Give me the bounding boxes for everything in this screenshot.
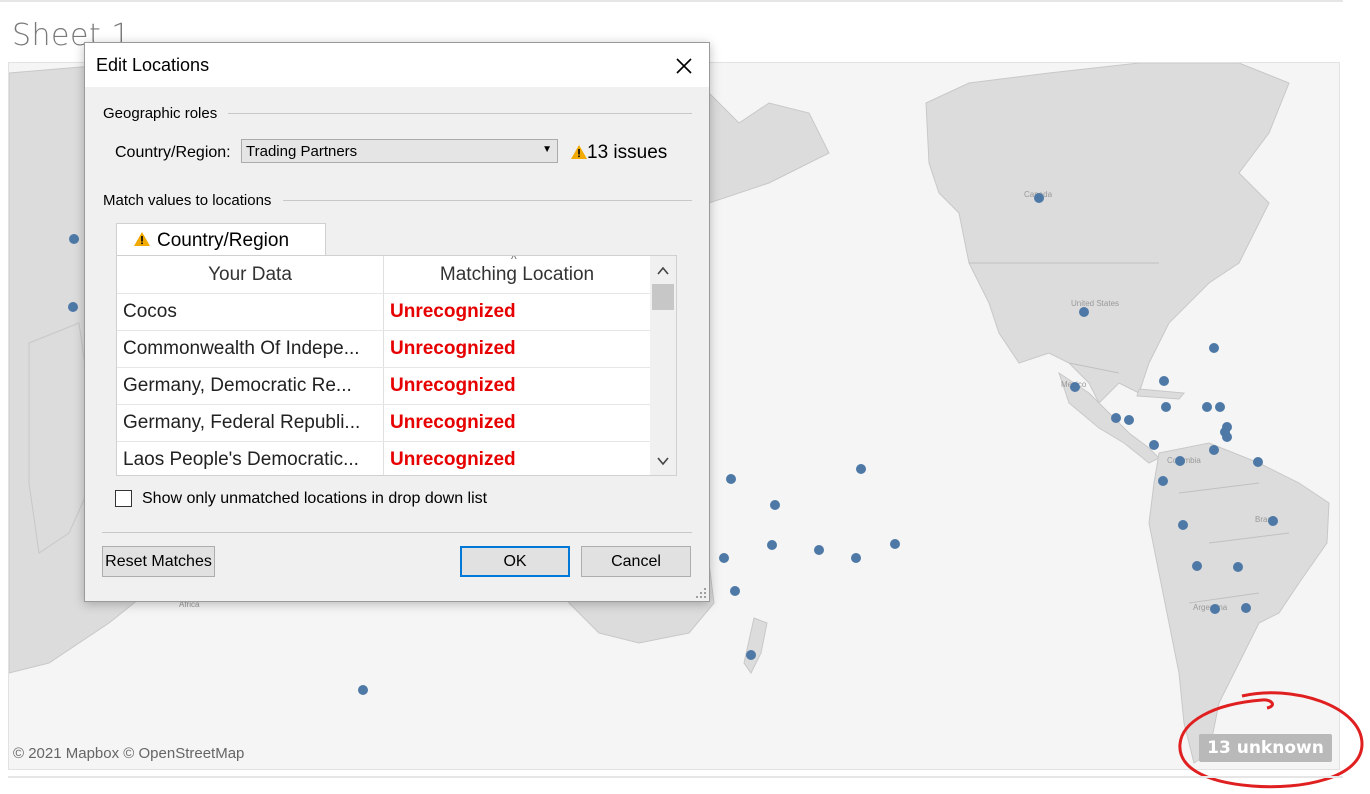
map-point: [1210, 604, 1220, 614]
dialog-title: Edit Locations: [96, 55, 210, 75]
table-row[interactable]: Cocos Unrecognized: [117, 293, 650, 331]
scroll-down-arrow-icon[interactable]: [656, 454, 670, 468]
dialog-titlebar[interactable]: Edit Locations: [85, 43, 709, 87]
warning-icon: [571, 145, 587, 159]
column-header-your-data[interactable]: Your Data: [117, 256, 383, 294]
map-point: [730, 586, 740, 596]
show-unmatched-checkbox[interactable]: [115, 490, 132, 507]
close-icon[interactable]: [671, 53, 697, 79]
map-copyright: © 2021 Mapbox © OpenStreetMap: [13, 745, 245, 762]
map-point: [69, 234, 79, 244]
map-point: [1070, 382, 1080, 392]
your-data-cell: Germany, Federal Republi...: [123, 412, 361, 433]
warning-icon: [134, 232, 150, 246]
map-point: [1111, 413, 1121, 423]
column-header-matching-location[interactable]: Matching Location: [384, 256, 650, 294]
dropdown-arrow-icon: ▼: [542, 144, 552, 155]
map-point: [719, 553, 729, 563]
reset-matches-button[interactable]: Reset Matches: [102, 546, 215, 577]
map-point: [856, 464, 866, 474]
map-point: [726, 474, 736, 484]
location-match-table: Your Data Matching Location ^ Cocos Unre…: [116, 255, 677, 476]
map-point: [1034, 193, 1044, 203]
map-point: [770, 500, 780, 510]
scroll-thumb[interactable]: [652, 284, 674, 310]
edit-locations-dialog: Edit Locations Geographic roles Country/…: [84, 42, 710, 602]
map-point: [1124, 415, 1134, 425]
map-point: [746, 650, 756, 660]
map-label-usa: United States: [1071, 299, 1119, 308]
map-point: [1159, 376, 1169, 386]
north-america-landmass: [925, 63, 1290, 404]
bottom-divider: [8, 776, 1343, 778]
map-point: [1215, 402, 1225, 412]
your-data-cell: Laos People's Democratic...: [123, 449, 359, 470]
table-row[interactable]: Germany, Federal Republi... Unrecognized: [117, 404, 650, 442]
table-row[interactable]: Germany, Democratic Re... Unrecognized: [117, 367, 650, 405]
issues-indicator[interactable]: 13 issues: [571, 142, 667, 164]
map-point: [1209, 343, 1219, 353]
map-point: [767, 540, 777, 550]
map-point: [1161, 402, 1171, 412]
tab-country-region[interactable]: Country/Region: [116, 223, 326, 255]
country-region-select-value: Trading Partners: [246, 143, 358, 160]
match-values-divider: [283, 200, 692, 201]
table-scrollbar[interactable]: [650, 256, 676, 475]
geographic-roles-label: Geographic roles: [103, 105, 218, 122]
map-point: [1209, 445, 1219, 455]
map-point: [1268, 516, 1278, 526]
top-divider: [0, 0, 1343, 2]
caribbean-islands: [1136, 388, 1185, 400]
ok-button[interactable]: OK: [460, 546, 570, 577]
map-point: [358, 685, 368, 695]
tab-label: Country/Region: [157, 230, 290, 251]
your-data-cell: Commonwealth Of Indepe...: [123, 338, 360, 359]
cancel-button[interactable]: Cancel: [581, 546, 691, 577]
new-zealand-landmass: [743, 617, 768, 674]
map-point: [1175, 456, 1185, 466]
match-values-label: Match values to locations: [103, 192, 272, 209]
map-point: [1202, 402, 1212, 412]
your-data-cell: Cocos: [123, 301, 177, 322]
map-point: [1079, 307, 1089, 317]
matching-location-cell[interactable]: Unrecognized: [390, 375, 516, 397]
footer-divider: [102, 532, 692, 533]
map-point: [1149, 440, 1159, 450]
country-region-select[interactable]: Trading Partners ▼: [241, 139, 558, 163]
show-unmatched-label[interactable]: Show only unmatched locations in drop do…: [142, 490, 487, 508]
table-row[interactable]: Commonwealth Of Indepe... Unrecognized: [117, 330, 650, 368]
resize-grip-icon[interactable]: [695, 587, 707, 599]
matching-location-cell[interactable]: Unrecognized: [390, 338, 516, 360]
country-region-field-label: Country/Region:: [115, 144, 231, 161]
sort-caret-icon: ^: [511, 255, 517, 266]
map-point: [1253, 457, 1263, 467]
map-point: [851, 553, 861, 563]
map-point: [1158, 476, 1168, 486]
map-point: [1178, 520, 1188, 530]
table-row[interactable]: Laos People's Democratic... Unrecognized: [117, 441, 650, 475]
matching-location-cell[interactable]: Unrecognized: [390, 412, 516, 434]
map-point: [1233, 562, 1243, 572]
map-point: [1222, 432, 1232, 442]
matching-location-cell[interactable]: Unrecognized: [390, 449, 516, 471]
issues-text: 13 issues: [587, 142, 668, 163]
map-point: [1192, 561, 1202, 571]
map-point: [1241, 603, 1251, 613]
matching-location-cell[interactable]: Unrecognized: [390, 301, 516, 323]
geographic-roles-divider: [228, 113, 692, 114]
map-point: [68, 302, 78, 312]
scroll-up-arrow-icon[interactable]: [656, 264, 670, 278]
your-data-cell: Germany, Democratic Re...: [123, 375, 352, 396]
map-point: [890, 539, 900, 549]
map-point: [814, 545, 824, 555]
